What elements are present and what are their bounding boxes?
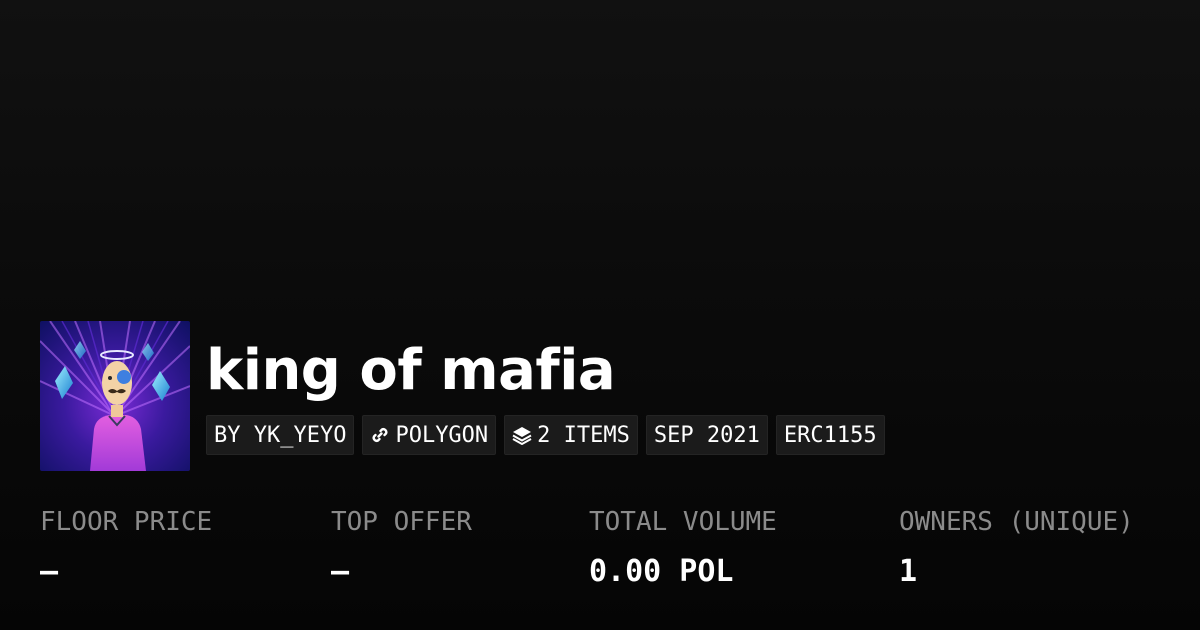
top-offer-value: – (331, 554, 350, 589)
avatar-illustration (40, 321, 190, 471)
total-volume-value: 0.00 POL (589, 554, 734, 589)
collection-avatar (40, 321, 190, 471)
chain-label: POLYGON (395, 422, 489, 448)
top-offer-label: TOP OFFER (331, 507, 472, 537)
date-label: SEP 2021 (653, 422, 760, 448)
creator-tag[interactable]: BY YK_YEYO (206, 415, 355, 455)
owners-label: OWNERS (UNIQUE) (899, 507, 1134, 537)
items-label: 2 ITEMS (537, 422, 630, 448)
floor-price-stat: FLOOR PRICE – (40, 504, 212, 590)
owners-value: 1 (899, 554, 918, 589)
standard-tag: ERC1155 (775, 415, 885, 455)
top-offer-stat: TOP OFFER – (331, 504, 472, 590)
total-volume-stat: TOTAL VOLUME 0.00 POL (589, 504, 777, 590)
chain-tag[interactable]: POLYGON (362, 415, 497, 455)
standard-label: ERC1155 (783, 422, 877, 448)
layers-icon (512, 425, 532, 445)
items-tag[interactable]: 2 ITEMS (504, 415, 638, 455)
creator-label: BY YK_YEYO (214, 422, 347, 448)
total-volume-label: TOTAL VOLUME (589, 507, 777, 537)
floor-price-value: – (40, 554, 59, 589)
collection-title: king of mafia (206, 338, 616, 403)
owners-stat: OWNERS (UNIQUE) 1 (899, 504, 1134, 590)
floor-price-label: FLOOR PRICE (40, 507, 213, 537)
date-tag: SEP 2021 (645, 415, 768, 455)
link-icon (370, 425, 390, 445)
collection-tags: BY YK_YEYO POLYGON 2 ITEMS SEP 2021 ERC1… (206, 415, 885, 455)
